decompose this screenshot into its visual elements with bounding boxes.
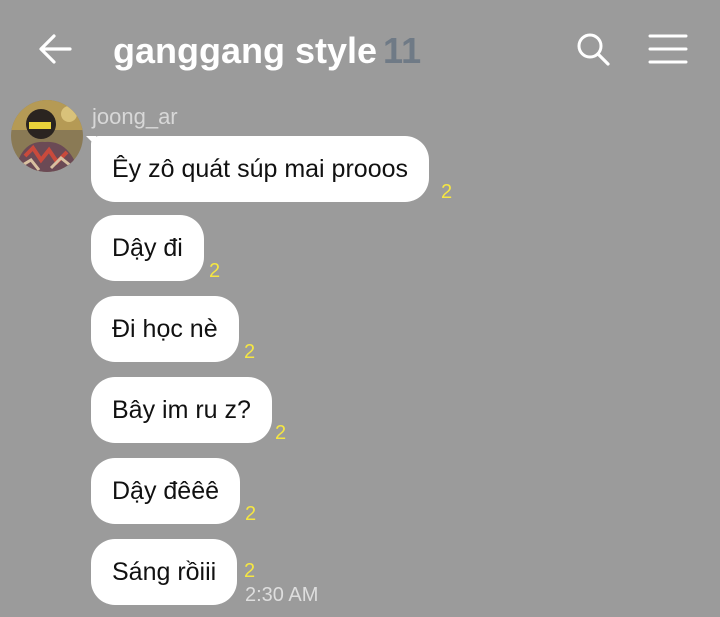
member-count: 11 — [383, 30, 422, 71]
message-bubble[interactable]: Dậy đêêê — [91, 458, 241, 524]
unread-count: 2 — [244, 341, 256, 363]
search-icon — [577, 33, 610, 66]
message-text: Dậy đi — [112, 234, 183, 262]
message-time: 2:30 AM — [245, 584, 319, 606]
message-text: Sáng rồiii — [112, 558, 217, 586]
search-button[interactable] — [574, 30, 612, 68]
menu-icon — [648, 34, 688, 64]
message-bubble[interactable]: Đi học nè — [91, 296, 239, 362]
unread-count: 2 — [245, 503, 257, 525]
unread-count: 2 — [209, 260, 221, 282]
unread-count: 2 — [441, 181, 453, 203]
message-bubble[interactable]: Sáng rồiii — [91, 539, 238, 605]
back-button[interactable] — [34, 28, 76, 70]
chat-room-name: ganggang style — [113, 30, 378, 71]
avatar-photo — [11, 100, 83, 172]
message-bubble[interactable]: Êy zô quát súp mai prooos — [91, 136, 429, 202]
message-text: Bây im ru z? — [112, 396, 251, 424]
unread-count: 2 — [244, 560, 256, 582]
message-bubble[interactable]: Bây im ru z? — [91, 377, 272, 443]
chat-title: ganggang style 11 — [113, 30, 421, 72]
unread-count: 2 — [275, 422, 287, 444]
message-bubble[interactable]: Dậy đi — [91, 215, 204, 281]
menu-button[interactable] — [648, 32, 688, 66]
message-text: Dậy đêêê — [112, 477, 220, 505]
message-text: Êy zô quát súp mai prooos — [112, 155, 408, 183]
message-text: Đi học nè — [112, 315, 218, 343]
avatar[interactable] — [11, 100, 83, 172]
sender-name: joong_ar — [92, 104, 178, 129]
chat-header: ganggang style 11 — [0, 0, 720, 96]
back-arrow-icon — [39, 34, 72, 64]
